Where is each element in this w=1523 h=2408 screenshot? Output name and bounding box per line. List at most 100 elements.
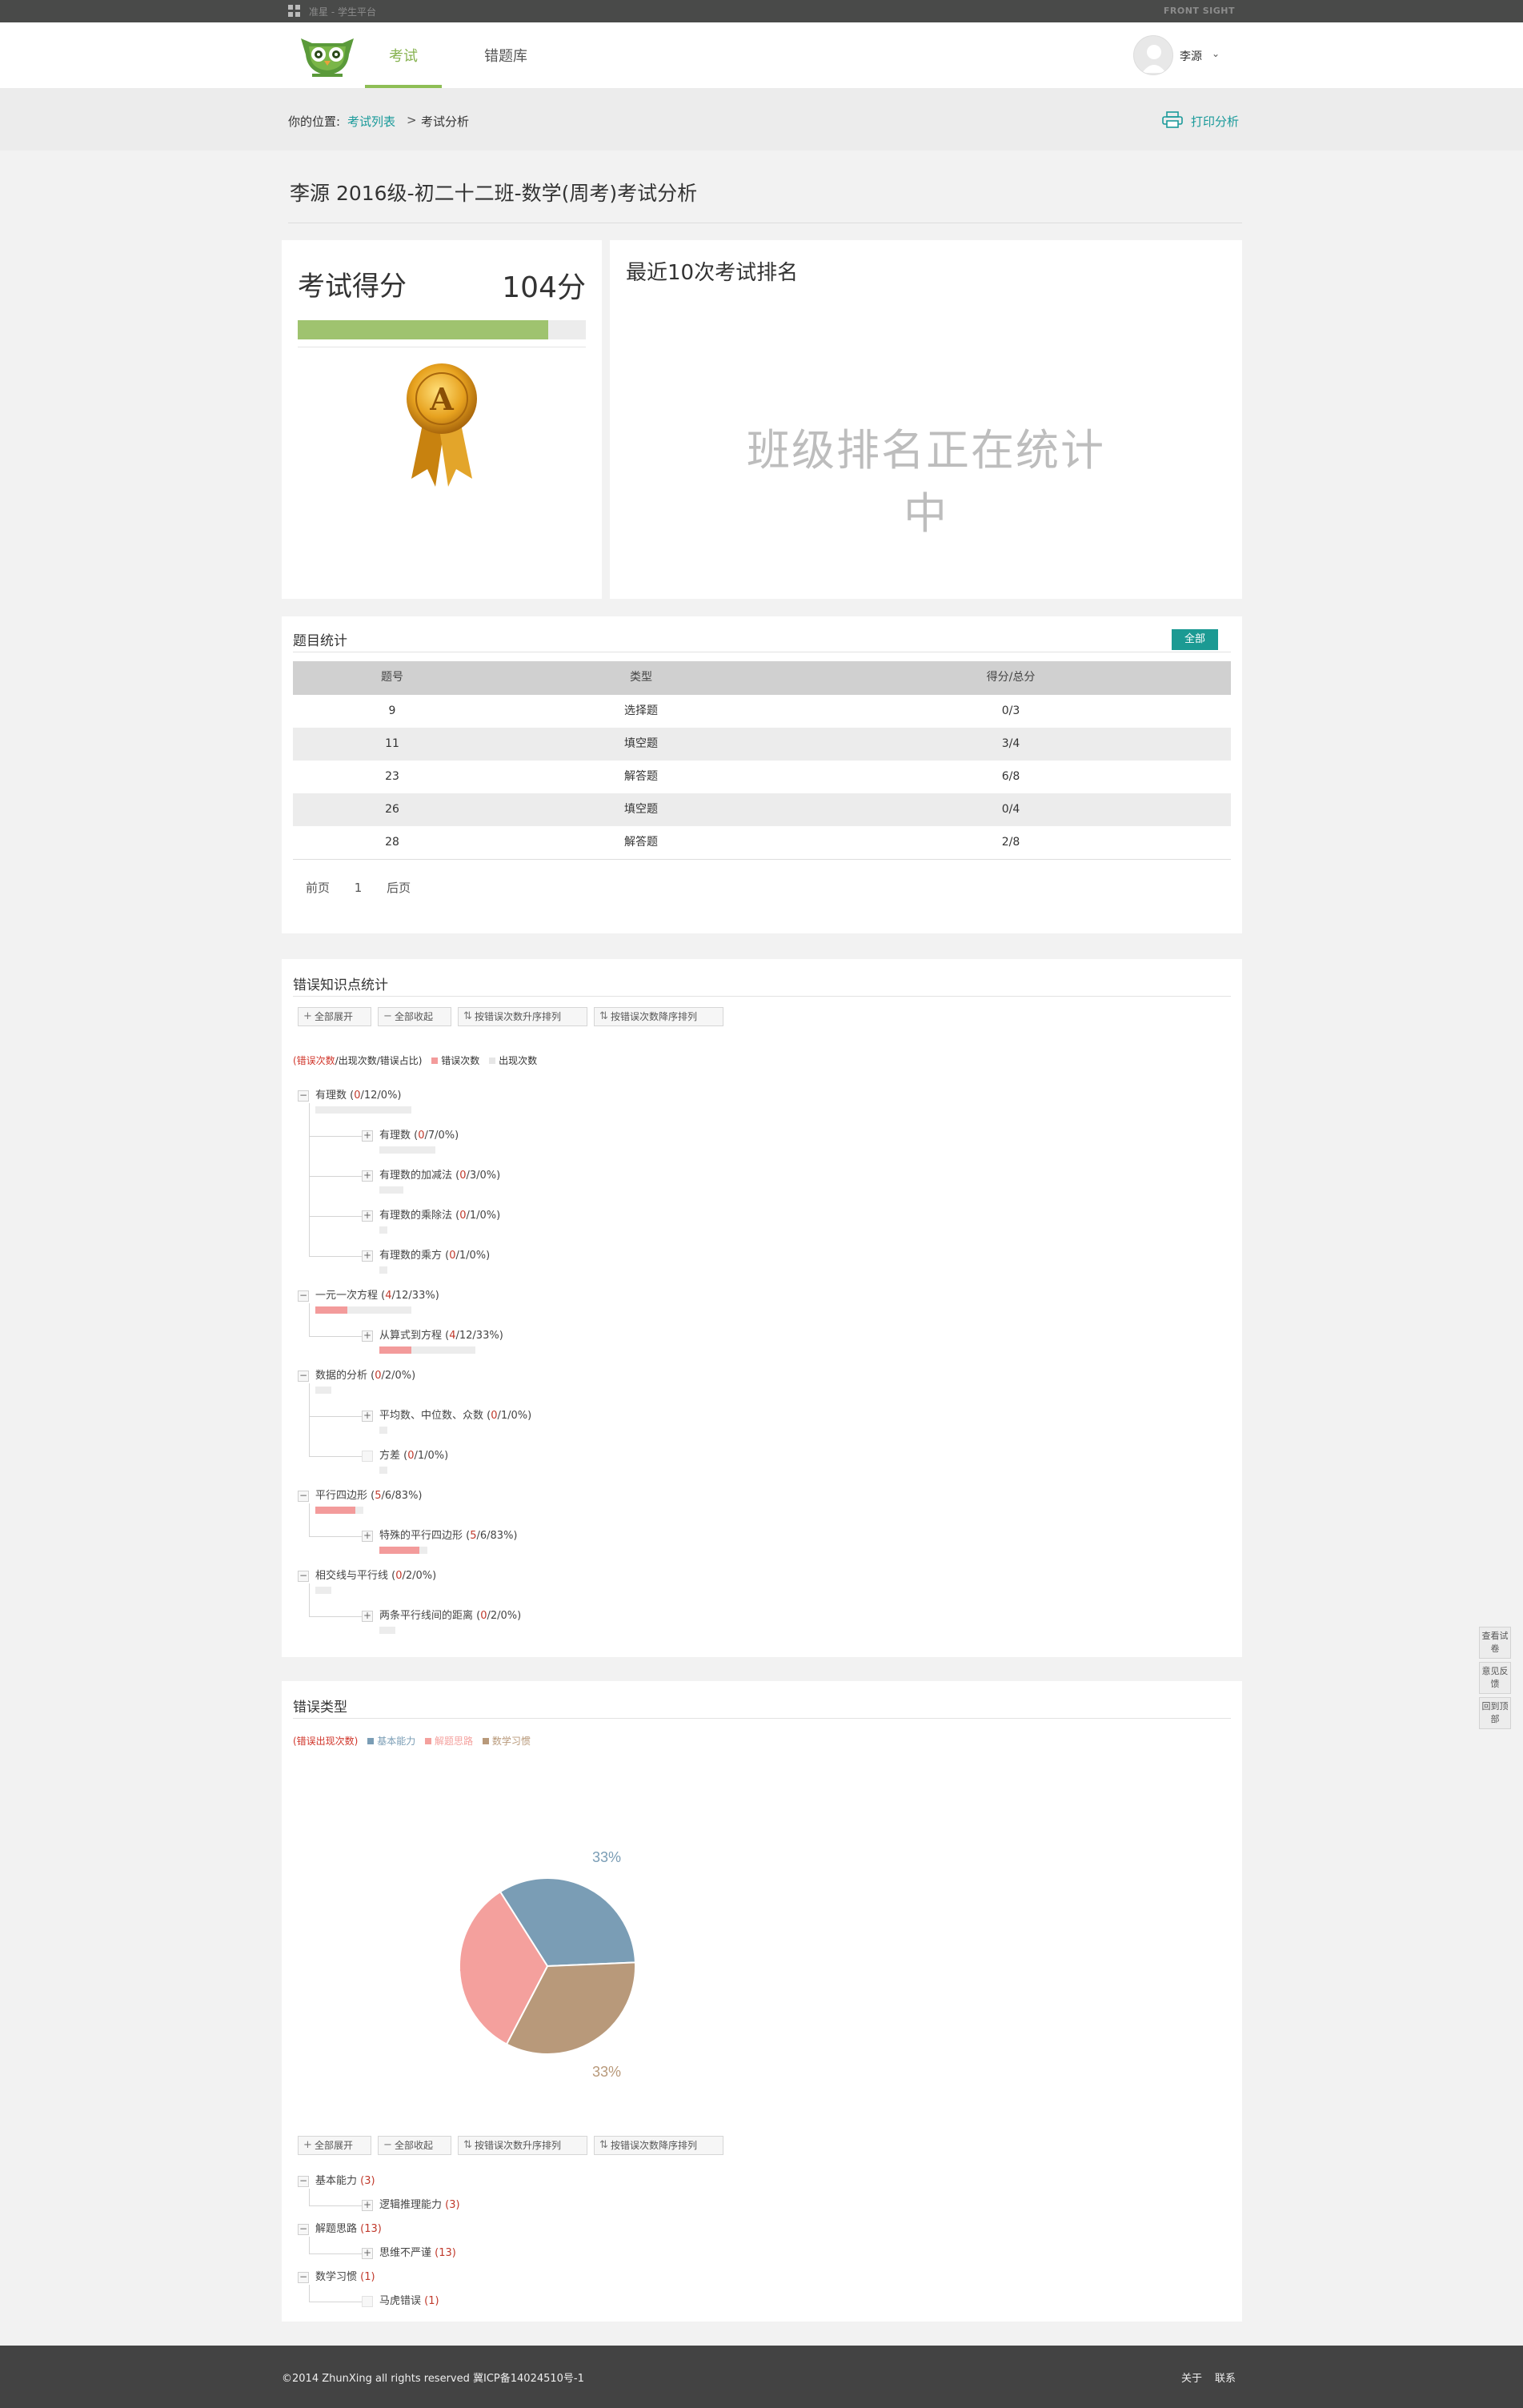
plus-icon: + [303,2139,312,2151]
sort-asc-icon: ⇅ [463,1010,472,1022]
knowledge-stat: (0/1/0%) [403,1450,449,1462]
knowledge-bar-wrong [379,1346,411,1354]
table-bottom-border [293,859,1231,860]
tree-node-label: 特殊的平行四边形 (5/6/83%) [379,1529,518,1543]
tree-node-label: 一元一次方程 (4/12/33%) [315,1289,439,1303]
collapse-icon[interactable]: − [298,2272,309,2283]
printer-icon [1162,111,1183,128]
sort-asc-button[interactable]: ⇅ 按错误次数升序排列 [458,2136,587,2155]
cell-type: 填空题 [624,803,658,816]
pager-page-1[interactable]: 1 [355,881,363,895]
collapse-icon[interactable]: − [298,1571,309,1582]
error-type-count: (1) [360,2271,375,2283]
expand-icon[interactable]: + [362,1531,373,1542]
knowledge-name: 两条平行线间的距离 [379,1610,477,1622]
legend-basic: 基本能力 [377,1736,416,1747]
collapse-icon[interactable]: − [298,2176,309,2187]
tab-wrong-questions[interactable]: 错题库 [467,22,544,88]
copyright: ©2014 ZhunXing all rights reserved 冀ICP备… [282,2373,584,2385]
error-type-name: 逻辑推理能力 [379,2199,446,2211]
breadcrumb-separator: > [407,113,417,127]
table-row[interactable]: 23 解答题 6/8 [293,761,1231,793]
knowledge-bar [315,1387,331,1394]
sort-desc-button[interactable]: ⇅ 按错误次数降序排列 [594,2136,723,2155]
collapse-all-button[interactable]: − 全部收起 [378,2136,451,2155]
back-to-top-button[interactable]: 回到顶部 [1479,1697,1511,1729]
view-paper-button[interactable]: 查看试卷 [1479,1627,1511,1659]
col-header-score: 得分/总分 [986,671,1036,684]
tree-connector [309,2189,310,2205]
username[interactable]: 李源 [1180,48,1202,64]
table-row[interactable]: 26 填空题 0/4 [293,793,1231,826]
breadcrumb-link-exam-list[interactable]: 考试列表 [347,113,395,130]
sort-asc-button[interactable]: ⇅ 按错误次数升序排列 [458,1007,587,1026]
tree-connector [309,1216,362,1217]
cell-type: 解答题 [624,770,658,783]
expand-icon[interactable]: + [362,1611,373,1622]
tree-connector [309,1383,310,1456]
expand-all-button[interactable]: + 全部展开 [298,1007,371,1026]
table-row[interactable]: 9 选择题 0/3 [293,695,1231,728]
collapse-icon[interactable]: − [298,1090,309,1102]
legend-metric-wrong: (错误次数 [293,1055,335,1066]
knowledge-bar [379,1467,387,1474]
table-row[interactable]: 11 填空题 3/4 [293,728,1231,761]
minus-icon: − [383,2139,392,2151]
expand-icon[interactable]: + [362,2248,373,2259]
footer-link-about[interactable]: 关于 [1181,2370,1202,2385]
chevron-down-icon[interactable]: ⌄ [1212,48,1220,59]
collapse-icon[interactable]: − [298,2224,309,2235]
cell-score: 6/8 [1001,770,1020,783]
app-grid-icon[interactable] [288,5,301,18]
knowledge-bar [315,1587,331,1594]
expand-icon[interactable]: + [362,1210,373,1222]
knowledge-name: 平均数、中位数、众数 [379,1410,487,1422]
collapse-all-button[interactable]: − 全部收起 [378,1007,451,1026]
knowledge-stat: (0/2/0%) [476,1610,522,1622]
cell-number: 28 [385,836,399,849]
rank-card: 最近10次考试排名 班级排名正在统计中 [610,240,1242,599]
collapse-icon[interactable]: − [298,1371,309,1382]
minus-icon: − [383,1010,392,1022]
expand-icon[interactable]: + [362,1170,373,1182]
expand-all-button[interactable]: + 全部展开 [298,2136,371,2155]
knowledge-name: 有理数 [315,1090,351,1102]
top-strip: 准星 - 学生平台 FRONT SIGHT [0,0,1523,22]
legend-metric-rest: /出现次数/错误占比) [335,1055,423,1066]
footer-link-contact[interactable]: 联系 [1215,2370,1236,2385]
pager-prev[interactable]: 前页 [306,881,330,895]
avatar[interactable] [1133,35,1173,75]
tab-exam[interactable]: 考试 [365,22,442,88]
error-type-count: (13) [360,2223,382,2235]
filter-all-button[interactable]: 全部 [1172,629,1218,650]
breadcrumb-current: 考试分析 [421,114,470,129]
expand-icon[interactable]: + [362,2200,373,2211]
score-bar [298,320,586,339]
tree-connector [309,1583,310,1616]
owl-logo[interactable] [296,30,359,78]
feedback-button[interactable]: 意见反馈 [1479,1662,1511,1694]
tree-connector [309,2237,310,2253]
sort-desc-icon: ⇅ [599,1010,608,1022]
pager-next[interactable]: 后页 [387,881,411,895]
table-row[interactable]: 28 解答题 2/8 [293,826,1231,859]
expand-icon[interactable]: + [362,1130,373,1142]
sort-desc-label: 按错误次数降序排列 [611,1011,698,1022]
expand-icon[interactable]: + [362,1330,373,1342]
collapse-icon[interactable]: − [298,1491,309,1502]
cell-score: 0/3 [1001,704,1020,717]
knowledge-name: 有理数的乘方 [379,1250,446,1262]
knowledge-stat: (4/12/33%) [445,1330,503,1342]
knowledge-bar-wrong [315,1306,347,1314]
tree-connector [309,1103,310,1256]
legend-swatch-approach [425,1738,432,1744]
leaf-box-icon[interactable] [362,2296,373,2307]
knowledge-bar [379,1226,387,1234]
error-type-name: 数学习惯 [315,2271,361,2283]
print-analysis-button[interactable]: 打印分析 [1162,111,1239,130]
sort-desc-button[interactable]: ⇅ 按错误次数降序排列 [594,1007,723,1026]
score-bar-fill [298,320,549,339]
collapse-icon[interactable]: − [298,1290,309,1302]
expand-icon[interactable]: + [362,1411,373,1422]
expand-icon[interactable]: + [362,1250,373,1262]
